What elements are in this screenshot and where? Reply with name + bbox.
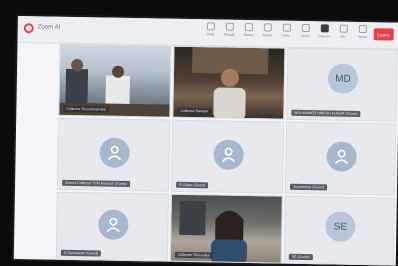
- participant-name: G.Saravanan (Guest): [60, 249, 102, 257]
- view-icon: [282, 23, 291, 32]
- participant-name: Jeyaseelan (Guest): [290, 183, 328, 191]
- participant-grid: Collector Tiruvannamalai Collector Ranip…: [55, 43, 398, 266]
- user-icon: [326, 141, 357, 172]
- view-button[interactable]: View: [279, 23, 294, 44]
- more-icon: [301, 23, 310, 33]
- participant-name: District Collector TVM Madurai (Guest): [62, 179, 130, 187]
- hand-icon: [244, 22, 253, 32]
- participant-name: MOHAMMED DINESH KUMAR (Guest): [291, 109, 361, 117]
- monitor-screen: Zoom AI Chat People Raise React View Mor…: [13, 16, 398, 266]
- share-icon: [358, 24, 367, 34]
- participant-tile-avatar[interactable]: District Collector TVM Madurai (Guest): [56, 117, 171, 192]
- participant-name: SE (Guest): [288, 253, 313, 261]
- react-icon: [263, 23, 272, 32]
- mic-button[interactable]: Mic: [336, 24, 351, 45]
- user-icon: [98, 209, 129, 240]
- meeting-toolbar: Chat People Raise React View More Camera…: [203, 22, 394, 45]
- camera-icon: [320, 24, 329, 33]
- participant-name: Collector Ranipet: [177, 107, 211, 115]
- chat-button[interactable]: Chat: [203, 22, 218, 42]
- react-button[interactable]: React: [260, 23, 275, 43]
- avatar-initials: SE: [325, 211, 356, 242]
- participant-tile-avatar[interactable]: G.Saravanan (Guest): [55, 191, 169, 262]
- participant-tile-avatar[interactable]: R.Vijaya (Guest): [170, 119, 285, 194]
- participant-tile-avatar[interactable]: Jeyaseelan (Guest): [284, 121, 397, 196]
- participant-name: Collector Tiruvannamalai: [63, 105, 109, 113]
- more-button[interactable]: More: [298, 23, 313, 44]
- participant-tile-video[interactable]: Collector Tiruvannamalai: [58, 43, 172, 118]
- participant-name: R.Vijaya (Guest): [176, 181, 209, 189]
- participant-tile-avatar[interactable]: SE SE (Guest): [283, 195, 395, 266]
- participant-tile-video[interactable]: Collector Ranipet: [172, 45, 286, 120]
- app-logo-icon: [23, 23, 34, 34]
- leave-button[interactable]: Leave: [373, 28, 394, 41]
- participant-tile-avatar[interactable]: MD MOHAMMED DINESH KUMAR (Guest): [286, 47, 398, 122]
- user-icon: [213, 139, 244, 170]
- raise-hand-button[interactable]: Raise: [241, 22, 256, 43]
- mic-icon: [339, 24, 348, 33]
- people-button[interactable]: People: [222, 22, 237, 43]
- participant-name: Collector Thiruvallur: [174, 251, 213, 259]
- window-title: Zoom AI: [37, 24, 61, 31]
- share-button[interactable]: Share: [355, 24, 370, 45]
- user-icon: [99, 137, 130, 168]
- participant-tile-video[interactable]: Collector Thiruvallur: [169, 193, 283, 264]
- people-icon: [225, 22, 234, 31]
- avatar-initials: MD: [327, 63, 359, 94]
- chat-icon: [206, 22, 215, 31]
- camera-button[interactable]: Camera: [317, 24, 332, 44]
